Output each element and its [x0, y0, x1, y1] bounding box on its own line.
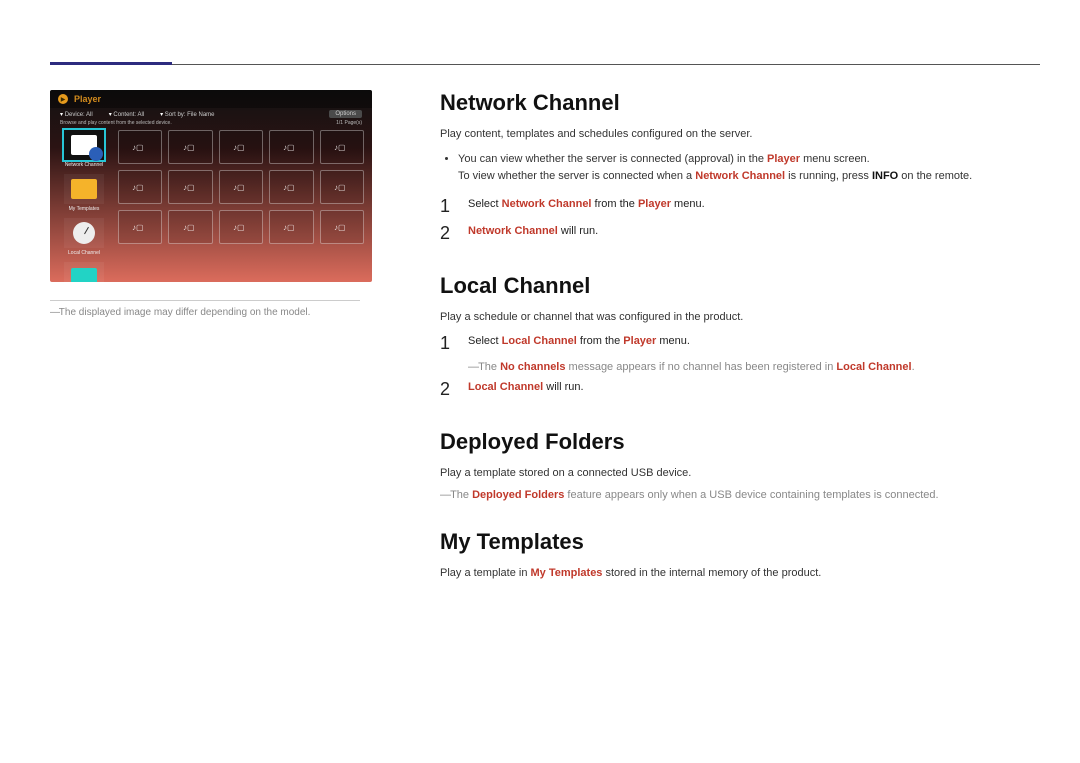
clock-icon: [73, 222, 95, 244]
filter-device: Device: All: [60, 111, 93, 118]
svg-text:♪▢: ♪▢: [132, 183, 144, 192]
mytemplates-desc: Play a template in My Templates stored i…: [440, 565, 1040, 582]
header-accent: [50, 62, 172, 65]
content-tile: ♪▢: [219, 130, 263, 164]
folder-icon: [71, 179, 97, 199]
local-steps-2: 2 Local Channel will run.: [440, 379, 1040, 401]
options-button: Options: [329, 110, 362, 118]
svg-text:♪▢: ♪▢: [183, 143, 195, 152]
svg-text:♪▢: ♪▢: [283, 143, 295, 152]
deployed-note: The Deployed Folders feature appears onl…: [440, 489, 1040, 501]
shot-filter-row: Device: All Content: All Sort by: File N…: [50, 108, 372, 120]
deployed-desc: Play a template stored on a connected US…: [440, 465, 1040, 482]
calendar-globe-icon: [71, 135, 97, 155]
sidebar-item-deployed-folders: Deployed Folders: [58, 262, 110, 282]
content-tile: ♪▢: [320, 170, 364, 204]
content-tile: ♪▢: [118, 170, 162, 204]
heading-network-channel: Network Channel: [440, 90, 1040, 116]
content-tile: ♪▢: [118, 130, 162, 164]
sidebar-item-my-templates: My Templates: [58, 174, 110, 212]
content-tile: ♪▢: [320, 130, 364, 164]
network-steps: 1 Select Network Channel from the Player…: [440, 196, 1040, 245]
content-tile: ♪▢: [168, 210, 212, 244]
content-tile: ♪▢: [168, 130, 212, 164]
caption-rule: [50, 300, 360, 301]
heading-local-channel: Local Channel: [440, 273, 1040, 299]
network-bullets: You can view whether the server is conne…: [458, 151, 1040, 186]
shot-subline: Browse and play content from the selecte…: [50, 120, 372, 130]
sidebar-item-network-channel: Network Channel: [58, 130, 110, 168]
content-tile: ♪▢: [118, 210, 162, 244]
manual-page: Player Device: All Content: All Sort by:…: [0, 0, 1080, 763]
sidebar-item-local-channel: Local Channel: [58, 218, 110, 256]
svg-text:♪▢: ♪▢: [233, 223, 245, 232]
shot-sidebar: Network Channel My Templates Local Chann…: [58, 130, 110, 282]
svg-text:♪▢: ♪▢: [334, 223, 346, 232]
network-step-1: 1 Select Network Channel from the Player…: [440, 196, 1040, 218]
local-step-2: 2 Local Channel will run.: [440, 379, 1040, 401]
figure-caption: The displayed image may differ depending…: [50, 307, 410, 318]
network-bullet-1: You can view whether the server is conne…: [458, 151, 1040, 186]
figure-column: Player Device: All Content: All Sort by:…: [50, 90, 410, 590]
svg-text:♪▢: ♪▢: [183, 183, 195, 192]
play-icon: [58, 94, 68, 104]
network-desc: Play content, templates and schedules co…: [440, 126, 1040, 143]
heading-my-templates: My Templates: [440, 529, 1040, 555]
content-tile: ♪▢: [168, 170, 212, 204]
content-tile: ♪▢: [219, 170, 263, 204]
header-rule: [50, 64, 1040, 65]
heading-deployed-folders: Deployed Folders: [440, 429, 1040, 455]
shot-header: Player: [50, 90, 372, 108]
svg-text:♪▢: ♪▢: [334, 143, 346, 152]
local-steps: 1 Select Local Channel from the Player m…: [440, 333, 1040, 355]
filter-sort: Sort by: File Name: [160, 111, 214, 118]
template-icon: [71, 268, 97, 282]
local-desc: Play a schedule or channel that was conf…: [440, 309, 1040, 326]
player-screenshot: Player Device: All Content: All Sort by:…: [50, 90, 372, 282]
shot-tile-grid: ♪▢ ♪▢ ♪▢ ♪▢ ♪▢ ♪▢ ♪▢ ♪▢ ♪▢ ♪▢ ♪▢ ♪▢ ♪▢ ♪…: [118, 130, 364, 282]
svg-text:♪▢: ♪▢: [233, 183, 245, 192]
shot-app-title: Player: [74, 94, 101, 104]
content-tile: ♪▢: [219, 210, 263, 244]
svg-text:♪▢: ♪▢: [132, 223, 144, 232]
filter-content: Content: All: [109, 111, 144, 118]
network-step-2: 2 Network Channel will run.: [440, 223, 1040, 245]
svg-text:♪▢: ♪▢: [183, 223, 195, 232]
local-note: The No channels message appears if no ch…: [468, 361, 1040, 373]
svg-text:♪▢: ♪▢: [283, 183, 295, 192]
svg-text:♪▢: ♪▢: [233, 143, 245, 152]
content-tile: ♪▢: [269, 130, 313, 164]
content-tile: ♪▢: [269, 210, 313, 244]
content-column: Network Channel Play content, templates …: [410, 90, 1040, 590]
svg-text:♪▢: ♪▢: [283, 223, 295, 232]
local-step-1: 1 Select Local Channel from the Player m…: [440, 333, 1040, 355]
content-tile: ♪▢: [269, 170, 313, 204]
content-tile: ♪▢: [320, 210, 364, 244]
svg-text:♪▢: ♪▢: [132, 143, 144, 152]
svg-text:♪▢: ♪▢: [334, 183, 346, 192]
